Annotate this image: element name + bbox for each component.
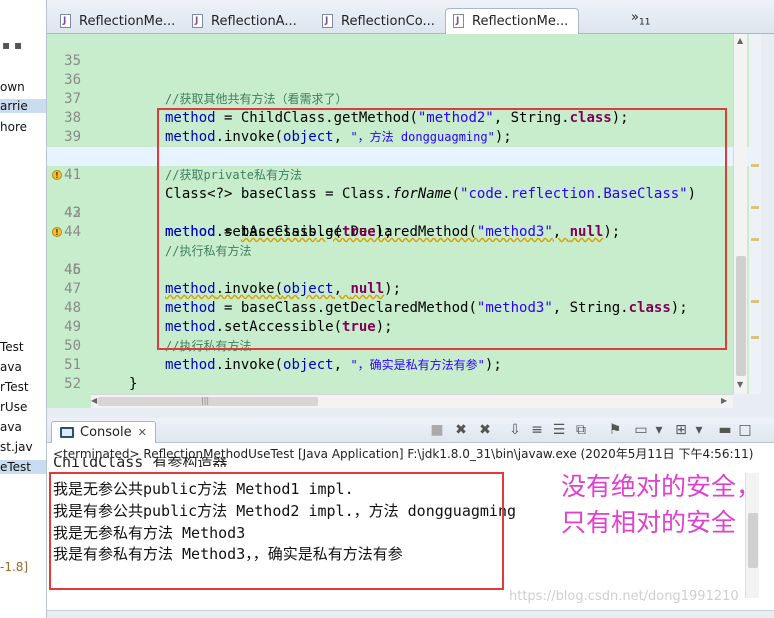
pin-icon[interactable]: ⚑ bbox=[607, 422, 623, 438]
monitor-icon bbox=[60, 427, 74, 438]
tab-console[interactable]: Console ✕ bbox=[51, 421, 156, 443]
warning-marker[interactable] bbox=[751, 164, 759, 167]
package-explorer: ▪ ▪ own arrie hore Test ava rTest rUse a… bbox=[0, 0, 47, 618]
tree-item[interactable]: own bbox=[0, 80, 25, 94]
editor-tab-active[interactable]: J ReflectionMe... ✕ bbox=[445, 8, 579, 34]
code-line: 37 method = ChildClass.getMethod("method… bbox=[47, 71, 761, 126]
warning-icon[interactable]: ! bbox=[52, 170, 62, 180]
display-console-icon[interactable]: ▭ bbox=[633, 422, 649, 438]
terminate-icon[interactable]: ■ bbox=[429, 422, 445, 438]
remove-launch-icon[interactable]: ✖ bbox=[453, 422, 469, 438]
chevron-down-icon[interactable]: ▾ bbox=[691, 422, 707, 438]
clear-console-icon[interactable]: ☰ bbox=[551, 422, 567, 438]
overview-ruler[interactable] bbox=[749, 34, 761, 394]
tree-item[interactable]: eTest bbox=[0, 460, 46, 474]
code-line: 43 method.setAccessible(true); bbox=[47, 185, 761, 240]
code-line: 36 //获取其他共有方法（看需求了） bbox=[47, 52, 761, 106]
java-file-icon: J bbox=[321, 13, 335, 29]
code-line: 51 } bbox=[47, 337, 761, 392]
tree-item[interactable]: Test bbox=[0, 340, 24, 354]
eclipse-window: ▪ ▪ own arrie hore Test ava rTest rUse a… bbox=[0, 0, 774, 618]
tab-label: ReflectionCo... bbox=[341, 13, 435, 29]
overflow-count: 11 bbox=[638, 17, 651, 28]
annotation-text: 没有绝对的安全，只有相对的安全 bbox=[561, 472, 762, 537]
console-line: 我是无参公共public方法 Method1 impl. bbox=[53, 480, 354, 498]
scroll-right-icon[interactable]: ▶ bbox=[721, 396, 727, 405]
code-line: 39 bbox=[47, 109, 761, 145]
tree-item[interactable]: hore bbox=[0, 120, 27, 134]
scroll-thumb[interactable] bbox=[748, 513, 758, 568]
tree-item[interactable]: -1.8] bbox=[0, 560, 28, 574]
code-line: 48 method.setAccessible(true); bbox=[47, 280, 761, 335]
code-line-current: 41 Class<?> baseClass = Class.forName("c… bbox=[47, 147, 761, 202]
remove-all-icon[interactable]: ✖ bbox=[477, 422, 493, 438]
chevron-down-icon[interactable]: ▾ bbox=[651, 422, 667, 438]
editor-tab[interactable]: J ReflectionMe... bbox=[53, 8, 183, 34]
code-line: 47 method = baseClass.getDeclaredMethod(… bbox=[47, 261, 761, 316]
warning-marker[interactable] bbox=[751, 238, 759, 241]
tab-overflow[interactable]: »11 bbox=[631, 10, 650, 28]
tab-label: ReflectionMe... bbox=[79, 13, 176, 29]
scroll-up-icon[interactable]: ▲ bbox=[737, 36, 743, 45]
status-bar bbox=[47, 610, 774, 618]
editor-horizontal-scrollbar[interactable]: ◀ ||| ▶ bbox=[91, 394, 733, 408]
java-file-icon: J bbox=[59, 13, 73, 29]
tab-label: ReflectionMe... bbox=[472, 14, 569, 29]
tab-label: ReflectionA... bbox=[211, 13, 297, 29]
code-line: 38 method.invoke(object, "，方法 dongguagmi… bbox=[47, 90, 761, 145]
tree-item[interactable]: ava bbox=[0, 420, 22, 434]
scroll-thumb[interactable] bbox=[736, 256, 746, 376]
console-tab-label: Console bbox=[80, 425, 132, 440]
code-line: 53 bbox=[47, 375, 761, 394]
warning-marker[interactable] bbox=[751, 300, 759, 303]
console-line: 我是有参私有方法 Method3，，确实是私有方法有参 bbox=[53, 545, 403, 563]
code-line: 50 method.invoke(object, "，确实是私有方法有参"); bbox=[47, 318, 761, 373]
word-wrap-icon[interactable]: ≡ bbox=[529, 422, 545, 438]
warning-marker[interactable] bbox=[751, 336, 759, 339]
minimize-icon[interactable]: ▬ bbox=[717, 422, 733, 438]
warning-marker[interactable] bbox=[751, 206, 759, 209]
code-line: ! 42 method = baseClass.getDeclaredMetho… bbox=[47, 166, 761, 240]
overflow-chevron-icon: » bbox=[631, 10, 639, 25]
console-output[interactable]: <terminated> ReflectionMethodUseTest [Ja… bbox=[47, 443, 774, 618]
sash[interactable] bbox=[47, 408, 774, 418]
collapse-icon[interactable]: ▪ ▪ bbox=[2, 38, 22, 52]
maximize-icon[interactable]: □ bbox=[737, 422, 753, 438]
close-icon[interactable]: ✕ bbox=[138, 426, 147, 439]
console-line-partial: ChildClass 有参构造器 bbox=[53, 457, 228, 467]
console-header: Console ✕ ■ ✖ ✖ ⇩ ≡ ☰ ⧉ ⚑ ▭ ▾ ⊞ ▾ ▬ □ bbox=[47, 418, 774, 443]
editor-tab[interactable]: J ReflectionCo... bbox=[315, 8, 445, 34]
show-on-output-icon[interactable]: ⧉ bbox=[573, 422, 589, 438]
code-line: 46 bbox=[47, 242, 761, 278]
tree-item[interactable]: ava bbox=[0, 360, 22, 374]
grip-icon: ||| bbox=[201, 396, 210, 405]
java-file-icon: J bbox=[452, 14, 466, 29]
code-line: ! 45 method.invoke(object, null); bbox=[47, 223, 761, 297]
editor-tab-bar: J ReflectionMe... J ReflectionA... J Ref… bbox=[47, 0, 774, 34]
tree-item[interactable]: rTest bbox=[0, 380, 29, 394]
code-line: 49 //执行私有方法 bbox=[47, 299, 761, 353]
editor-tab[interactable]: J ReflectionA... bbox=[185, 8, 313, 34]
tree-item[interactable]: st.jav bbox=[0, 440, 33, 454]
code-line: 35 bbox=[47, 34, 761, 69]
scroll-lock-icon[interactable]: ⇩ bbox=[507, 422, 523, 438]
editor-vertical-scrollbar[interactable]: ▲ ▼ bbox=[733, 34, 747, 394]
ruler-corner bbox=[47, 394, 91, 408]
scroll-down-icon[interactable]: ▼ bbox=[737, 380, 743, 389]
code-line: 44 //执行私有方法 bbox=[47, 204, 761, 258]
code-line: 40 //获取private私有方法 bbox=[47, 128, 761, 182]
warning-icon[interactable]: ! bbox=[52, 227, 62, 237]
java-file-icon: J bbox=[191, 13, 205, 29]
watermark: https://blog.csdn.net/dong1991210 bbox=[509, 589, 739, 604]
scroll-left-icon[interactable]: ◀ bbox=[91, 396, 97, 405]
tree-item[interactable]: rUse bbox=[0, 400, 27, 414]
tree-item[interactable]: arrie bbox=[0, 99, 46, 113]
code-line: 52 } bbox=[47, 356, 761, 392]
console-vertical-scrollbar[interactable] bbox=[745, 473, 759, 598]
right-frame bbox=[761, 34, 774, 394]
console-line: 我是有参公共public方法 Method2 impl.，方法 dongguag… bbox=[53, 502, 517, 520]
code-editor[interactable]: 35 36 //获取其他共有方法（看需求了） 37 method = Child… bbox=[47, 34, 761, 394]
open-console-icon[interactable]: ⊞ bbox=[673, 422, 689, 438]
console-line: 我是无参私有方法 Method3 bbox=[53, 524, 246, 542]
